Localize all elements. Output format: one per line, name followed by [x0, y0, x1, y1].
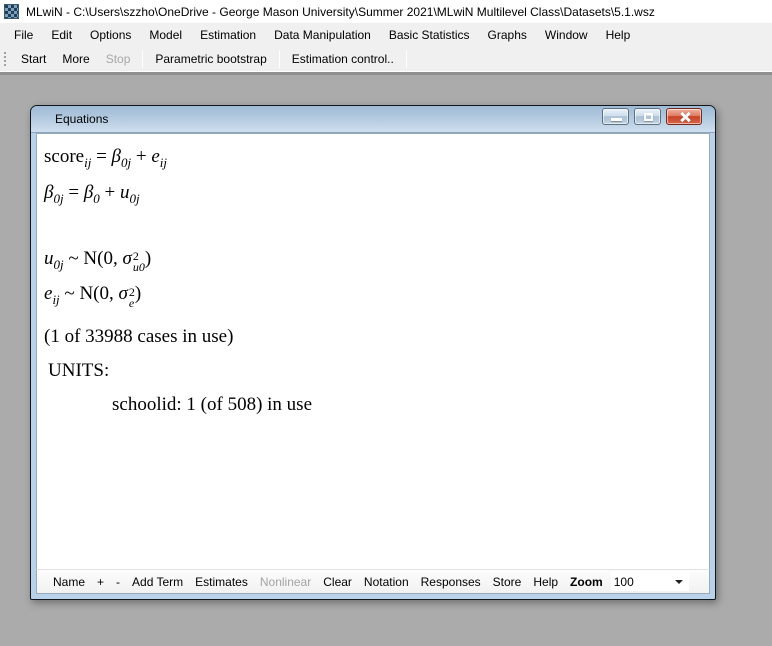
- units-detail-text: schoolid: 1 (of 508) in use: [44, 392, 709, 418]
- name-button[interactable]: Name: [47, 572, 91, 592]
- equations-pane: scoreij = β0j + eij β0j = β0 + u0j u0j ~…: [36, 133, 710, 569]
- stop-button[interactable]: Stop: [98, 48, 139, 70]
- toolbar: Start More Stop Parametric bootstrap Est…: [0, 47, 772, 71]
- plus-sign: +: [100, 182, 120, 203]
- zoom-label: Zoom: [564, 572, 609, 592]
- normal-dist-close: ): [135, 283, 141, 304]
- zoom-dropdown[interactable]: 100: [611, 572, 689, 591]
- tilde-sign: ~: [64, 248, 84, 269]
- menu-help[interactable]: Help: [597, 24, 640, 46]
- term-u-subscript: 0j: [54, 256, 64, 271]
- term-beta0j-subscript: 0j: [121, 155, 131, 170]
- help-button[interactable]: Help: [527, 572, 564, 592]
- equations-window: Equations scoreij = β0j + eij β0j = β0 +…: [30, 105, 716, 600]
- minimize-icon: [611, 118, 622, 121]
- term-response[interactable]: score: [44, 146, 84, 167]
- equals-sign: =: [64, 182, 84, 203]
- equation-response-line[interactable]: scoreij = β0j + eij: [44, 142, 709, 178]
- equations-window-title: Equations: [55, 112, 108, 126]
- menu-edit[interactable]: Edit: [42, 24, 81, 46]
- menu-file[interactable]: File: [5, 24, 42, 46]
- window-controls: [602, 108, 702, 125]
- toolbar-separator: [406, 50, 407, 68]
- term-sigma-u[interactable]: σ: [122, 248, 131, 269]
- equations-bottom-toolbar: Name + - Add Term Estimates Nonlinear Cl…: [36, 569, 710, 594]
- app-titlebar[interactable]: MLwiN - C:\Users\szzho\OneDrive - George…: [0, 0, 772, 23]
- menu-model[interactable]: Model: [140, 24, 191, 46]
- start-button[interactable]: Start: [13, 48, 54, 70]
- toolbar-separator: [279, 50, 280, 68]
- normal-dist-open: N(0,: [83, 248, 122, 269]
- mdi-desktop: Equations scoreij = β0j + eij β0j = β0 +…: [0, 75, 772, 646]
- cases-in-use-text: (1 of 33988 cases in use): [44, 324, 709, 350]
- menu-window[interactable]: Window: [536, 24, 597, 46]
- chevron-down-icon: [675, 580, 683, 584]
- sigma-u-scripts: 2u0: [133, 251, 145, 273]
- distribution-u-line[interactable]: u0j ~ N(0, σ2u0): [44, 244, 709, 280]
- maximize-icon: [644, 113, 653, 121]
- zoom-value: 100: [611, 575, 634, 589]
- equations-titlebar[interactable]: Equations: [31, 106, 715, 133]
- estimation-control-button[interactable]: Estimation control..: [284, 48, 402, 70]
- close-icon: [680, 112, 690, 122]
- term-e-subscript: ij: [52, 292, 59, 307]
- term-sigma-e[interactable]: σ: [119, 283, 128, 304]
- term-residual-e[interactable]: e: [151, 146, 159, 167]
- term-beta0j-lhs-subscript: 0j: [53, 191, 63, 206]
- menu-data-manipulation[interactable]: Data Manipulation: [265, 24, 380, 46]
- equation-intercept-line[interactable]: β0j = β0 + u0j: [44, 178, 709, 214]
- add-level-button[interactable]: +: [91, 572, 110, 592]
- close-button[interactable]: [666, 108, 702, 125]
- menu-graphs[interactable]: Graphs: [479, 24, 536, 46]
- sigma-e-subscript: e: [129, 298, 134, 309]
- maximize-button[interactable]: [634, 108, 661, 125]
- toolbar-grip-handle[interactable]: [3, 51, 7, 67]
- nonlinear-button[interactable]: Nonlinear: [254, 572, 317, 592]
- units-label: UNITS:: [44, 358, 709, 384]
- remove-level-button[interactable]: -: [110, 572, 126, 592]
- distribution-e-line[interactable]: e ij ~ N(0, σ2e): [44, 279, 709, 315]
- equals-sign: =: [91, 146, 111, 167]
- store-button[interactable]: Store: [487, 572, 528, 592]
- mlwin-app-icon: [4, 4, 19, 19]
- plus-sign: +: [131, 146, 151, 167]
- term-u[interactable]: u: [44, 248, 54, 269]
- sigma-e-scripts: 2e: [129, 287, 135, 309]
- term-random-u[interactable]: u: [120, 182, 130, 203]
- add-term-button[interactable]: Add Term: [126, 572, 189, 592]
- menubar: File Edit Options Model Estimation Data …: [0, 23, 772, 47]
- normal-dist-open: N(0,: [79, 283, 118, 304]
- responses-button[interactable]: Responses: [415, 572, 487, 592]
- mlwin-application: { "app": { "title": "MLwiN - C:\\Users\\…: [0, 0, 772, 646]
- menu-basic-statistics[interactable]: Basic Statistics: [380, 24, 479, 46]
- notation-button[interactable]: Notation: [358, 572, 415, 592]
- more-button[interactable]: More: [54, 48, 97, 70]
- tilde-sign: ~: [60, 283, 80, 304]
- parametric-bootstrap-button[interactable]: Parametric bootstrap: [147, 48, 274, 70]
- term-beta0j[interactable]: β: [112, 146, 121, 167]
- sigma-u-subscript: u0: [133, 262, 145, 273]
- app-title: MLwiN - C:\Users\szzho\OneDrive - George…: [26, 5, 655, 19]
- minimize-button[interactable]: [602, 108, 629, 125]
- term-beta0[interactable]: β: [84, 182, 93, 203]
- normal-dist-close: ): [145, 248, 151, 269]
- clear-button[interactable]: Clear: [317, 572, 358, 592]
- menu-options[interactable]: Options: [81, 24, 140, 46]
- estimates-button[interactable]: Estimates: [189, 572, 254, 592]
- menu-estimation[interactable]: Estimation: [191, 24, 265, 46]
- term-random-u-subscript: 0j: [130, 191, 140, 206]
- term-residual-e-subscript: ij: [160, 155, 167, 170]
- toolbar-separator: [142, 50, 143, 68]
- equations-window-frame: scoreij = β0j + eij β0j = β0 + u0j u0j ~…: [31, 133, 715, 599]
